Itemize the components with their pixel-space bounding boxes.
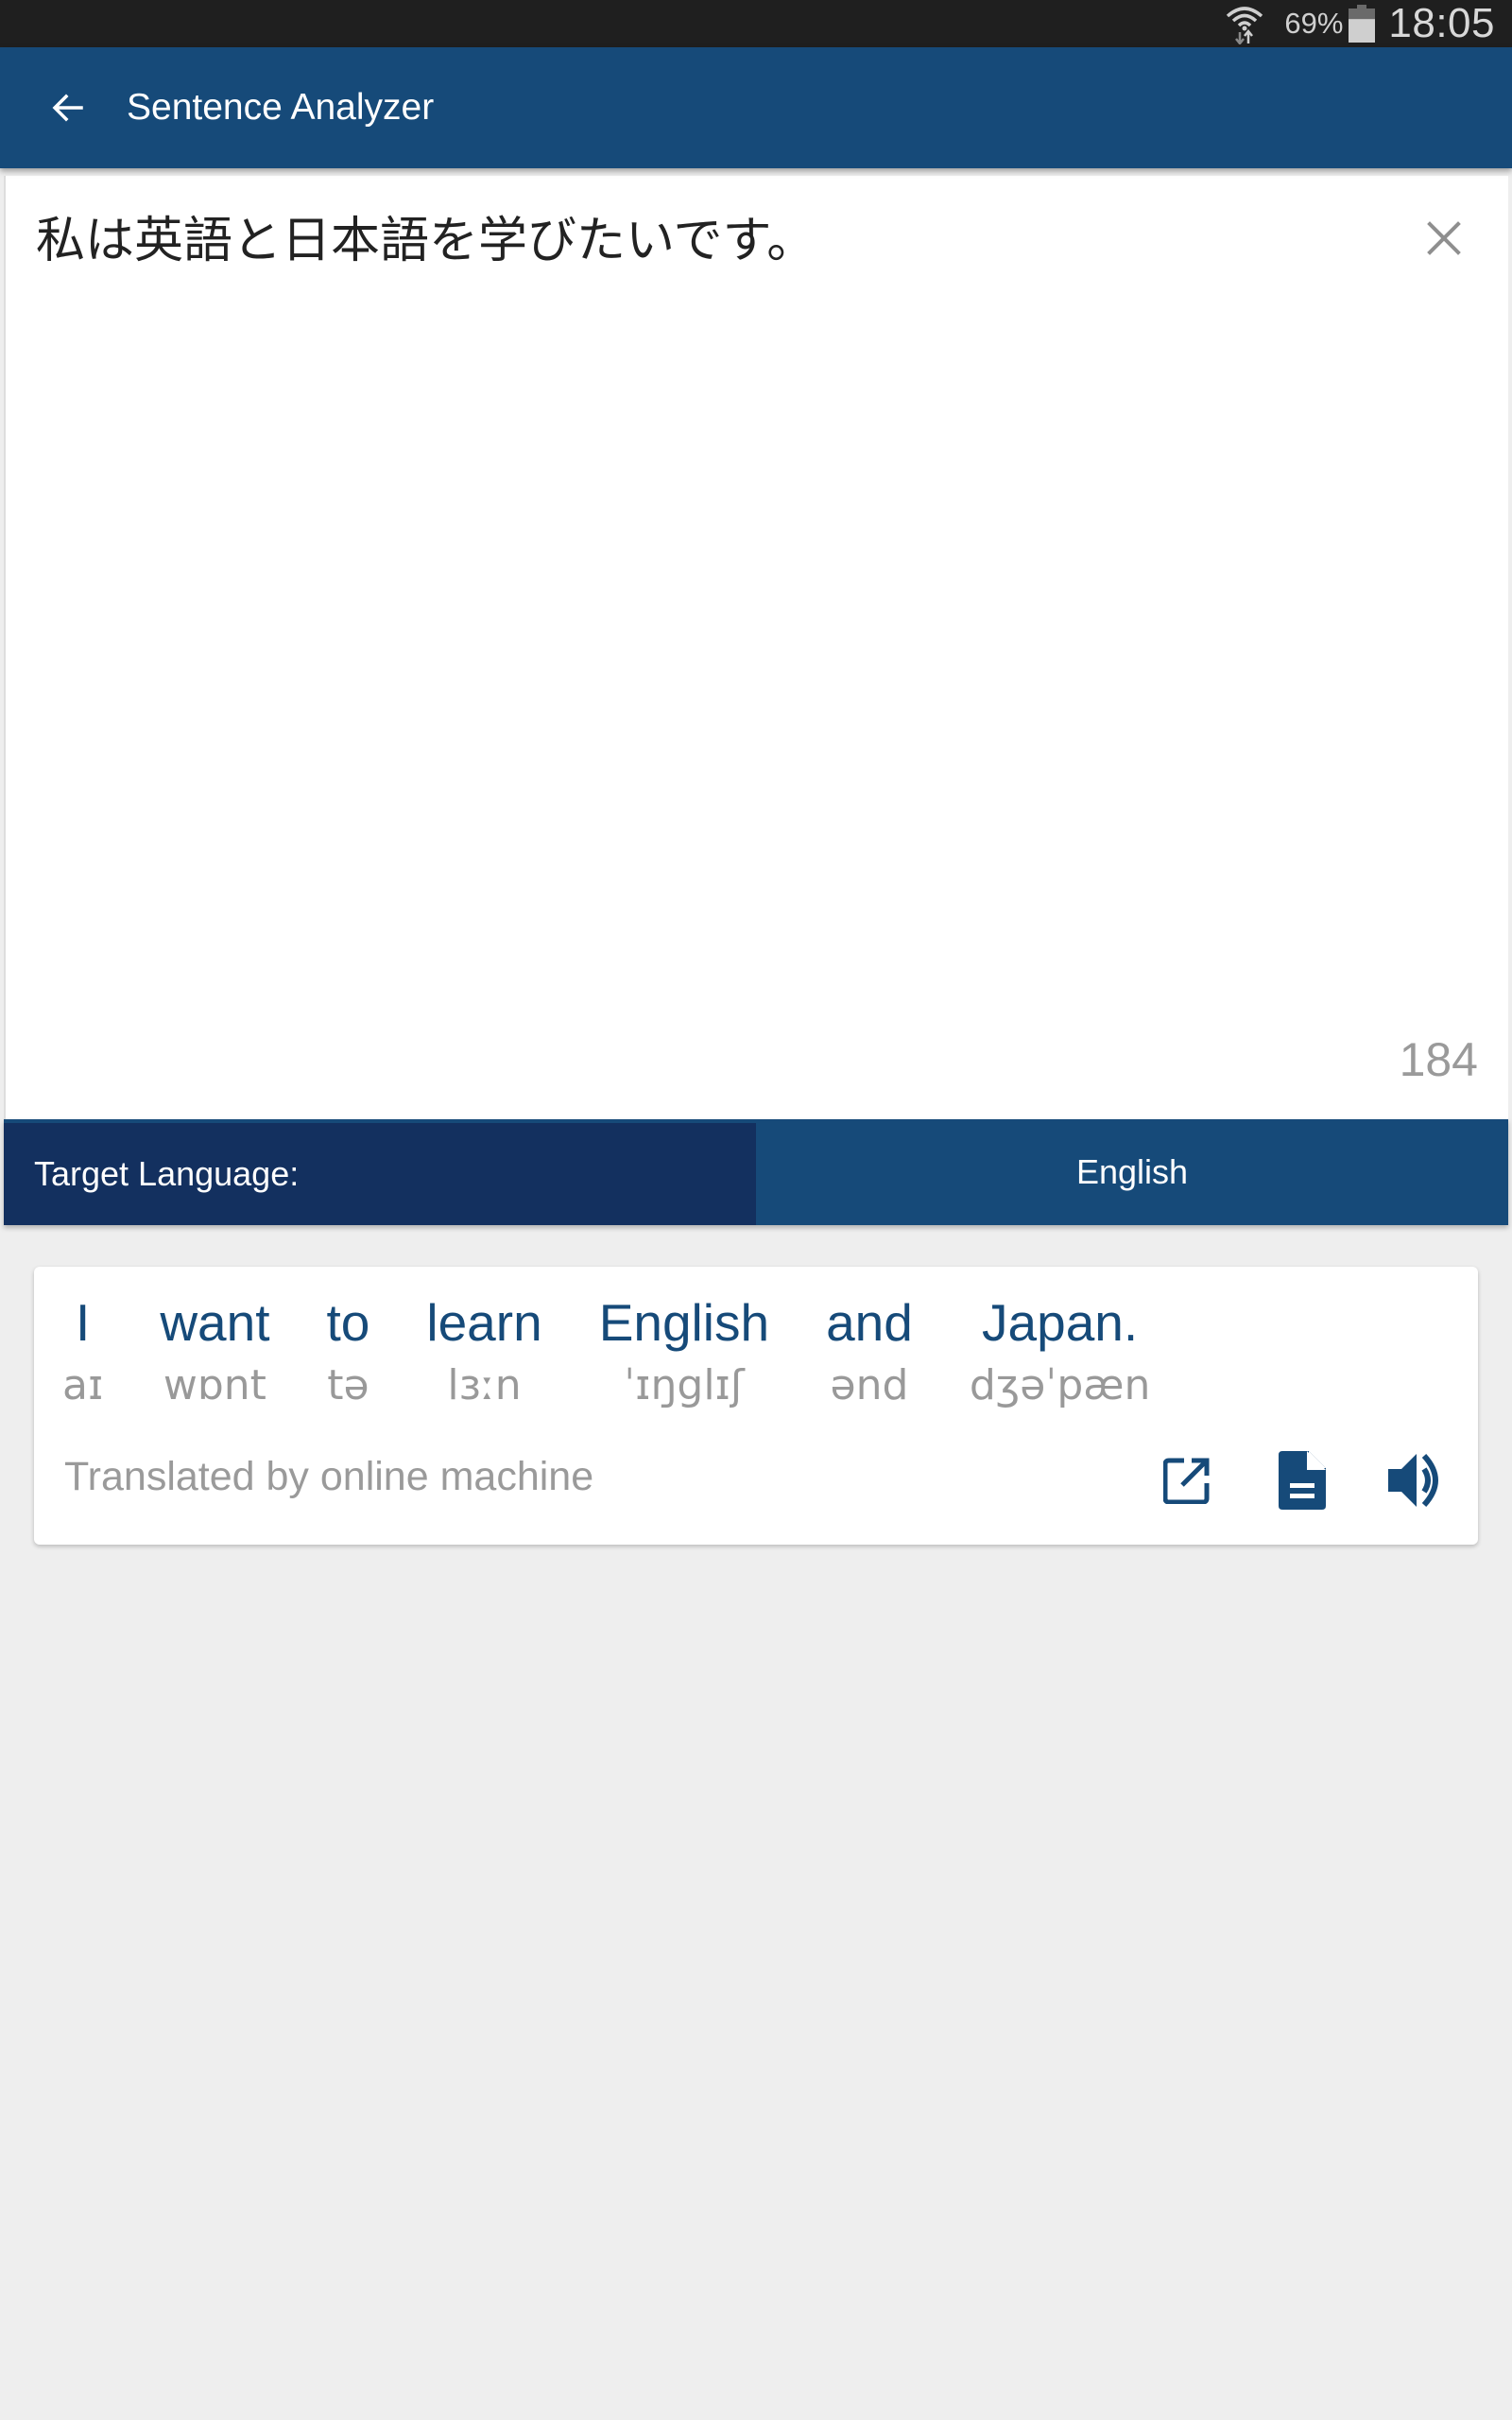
word-phonetic: aɪ <box>62 1360 104 1409</box>
word-text: English <box>598 1293 770 1352</box>
battery-icon <box>1349 5 1376 43</box>
word-item[interactable]: English ˈɪŋglɪʃ <box>599 1289 769 1411</box>
document-button[interactable] <box>1268 1446 1336 1514</box>
translation-result-card: I aɪ want wɒnt to tə learn lɜːn English … <box>34 1267 1478 1545</box>
word-item[interactable]: learn lɜːn <box>426 1289 541 1411</box>
word-text: learn <box>426 1293 542 1352</box>
word-phonetic: tə <box>327 1360 369 1409</box>
word-item[interactable]: Japan. dʒəˈpæn <box>970 1289 1151 1411</box>
word-phonetic: dʒəˈpæn <box>969 1360 1151 1409</box>
word-list: I aɪ want wɒnt to tə learn lɜːn English … <box>62 1289 1207 1411</box>
target-language-label: Target Language: <box>4 1119 756 1225</box>
arrow-back-icon <box>52 94 83 122</box>
wifi-icon <box>1227 7 1263 44</box>
close-icon <box>1427 221 1461 255</box>
word-item[interactable]: I aɪ <box>62 1289 103 1411</box>
clock: 18:05 <box>1388 0 1495 46</box>
word-text: and <box>826 1293 913 1352</box>
word-phonetic: ˈɪŋglɪʃ <box>624 1360 745 1409</box>
sentence-input-area[interactable]: 私は英語と日本語を学びたいです。 184 <box>4 176 1508 1119</box>
target-language-select[interactable]: English <box>756 1119 1508 1225</box>
target-language-bar: Target Language: English <box>4 1119 1508 1225</box>
app-bar: Sentence Analyzer <box>0 47 1512 168</box>
open-external-button[interactable] <box>1153 1446 1221 1514</box>
translation-credit: Translated by online machine <box>64 1454 594 1499</box>
word-phonetic: lɜːn <box>447 1360 522 1409</box>
word-phonetic: wɒnt <box>163 1360 266 1409</box>
word-text: want <box>160 1293 270 1352</box>
speaker-icon <box>1388 1453 1438 1508</box>
document-icon <box>1279 1451 1326 1510</box>
character-count: 184 <box>1399 1033 1478 1086</box>
battery-percent: 69% <box>1284 7 1344 40</box>
sentence-input[interactable]: 私は英語と日本語を学びたいです。 <box>36 210 1395 274</box>
word-item[interactable]: and ənd <box>826 1289 913 1411</box>
word-item[interactable]: to tə <box>327 1289 370 1411</box>
speaker-button[interactable] <box>1383 1446 1452 1514</box>
back-button[interactable] <box>34 74 102 142</box>
open-external-icon <box>1163 1458 1210 1504</box>
page-title: Sentence Analyzer <box>127 87 435 128</box>
word-text: to <box>326 1293 370 1352</box>
word-text: Japan. <box>982 1293 1139 1352</box>
status-bar: 69% 18:05 <box>0 0 1512 47</box>
word-item[interactable]: want wɒnt <box>160 1289 269 1411</box>
word-phonetic: ənd <box>830 1360 909 1409</box>
clear-button[interactable] <box>1416 210 1472 267</box>
word-text: I <box>76 1293 91 1352</box>
card-actions <box>1106 1446 1452 1514</box>
